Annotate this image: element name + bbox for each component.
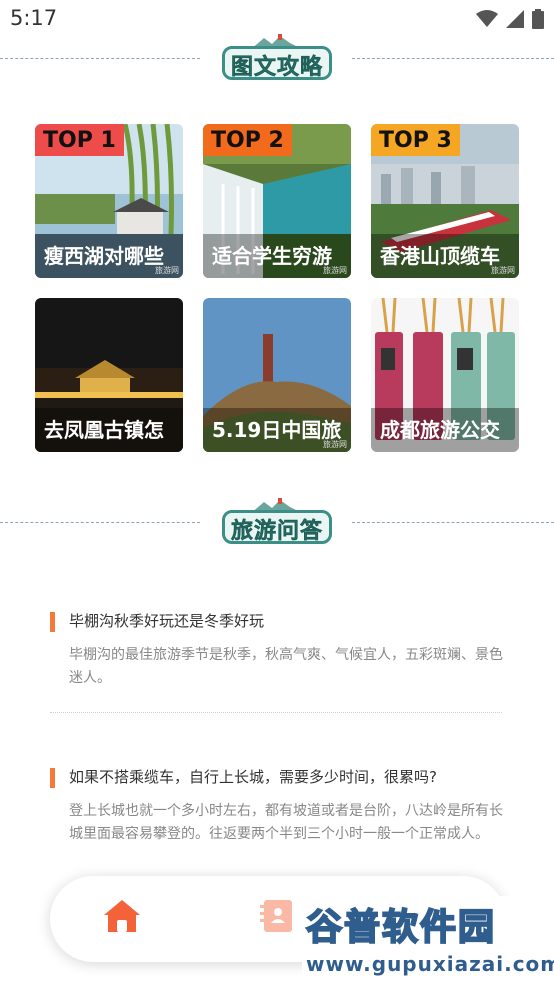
header-divider-left <box>0 522 200 523</box>
wifi-icon <box>476 10 498 27</box>
header-divider-right <box>352 522 554 523</box>
card-watermark: 旅游网 <box>155 266 179 275</box>
tab-contacts[interactable] <box>256 894 300 938</box>
rank-badge: TOP 2 <box>203 124 292 156</box>
watermark-url: www.gupuxiazai.com <box>306 952 554 976</box>
qa-badge: 旅游问答 <box>222 498 332 546</box>
guide-card-3[interactable]: TOP 3 香港山顶缆车 旅游网 <box>371 124 519 278</box>
watermark-title: 谷普软件园 <box>305 906 497 949</box>
tab-home[interactable] <box>100 894 144 938</box>
qa-divider <box>50 712 502 713</box>
battery-icon <box>532 9 544 29</box>
status-icons <box>476 9 544 29</box>
guide-card-6[interactable]: 成都旅游公交 <box>371 298 519 452</box>
status-time: 5:17 <box>10 6 58 30</box>
card-title: 去凤凰古镇怎 <box>44 418 164 442</box>
card-watermark: 旅游网 <box>323 440 347 449</box>
contacts-icon <box>260 900 292 932</box>
qa-answer: 毕棚沟的最佳旅游季节是秋季，秋高气爽、气候宜人，五彩斑斓、景色迷人。 <box>69 647 503 686</box>
qa-question: 如果不搭乘缆车，自行上长城，需要多少时间，很累吗? <box>69 768 437 786</box>
qa-question: 毕棚沟秋季好玩还是冬季好玩 <box>69 612 265 630</box>
guides-title: 图文攻略 <box>230 55 323 81</box>
qa-accent-bar <box>50 612 55 632</box>
qa-answer: 登上长城也就一个多小时左右，都有坡道或者是台阶，八达岭是所有长城里面最容易攀登的… <box>69 803 503 842</box>
qa-accent-bar <box>50 768 55 788</box>
home-icon <box>104 900 140 932</box>
qa-section-header: 旅游问答 <box>0 492 554 552</box>
header-divider-right <box>352 58 554 59</box>
cell-signal-icon <box>506 10 524 28</box>
guide-card-4[interactable]: 去凤凰古镇怎 <box>35 298 183 452</box>
rank-badge: TOP 3 <box>371 124 460 156</box>
header-divider-left <box>0 58 200 59</box>
guides-badge: 图文攻略 <box>222 34 332 82</box>
card-watermark: 旅游网 <box>491 266 515 275</box>
card-title: 成都旅游公交 <box>380 418 500 442</box>
guide-card-2[interactable]: TOP 2 适合学生穷游 旅游网 <box>203 124 351 278</box>
rank-badge: TOP 1 <box>35 124 124 156</box>
guide-card-1[interactable]: TOP 1 瘦西湖对哪些 旅游网 <box>35 124 183 278</box>
site-watermark: 谷普软件园 www.gupuxiazai.com <box>302 896 554 982</box>
qa-title: 旅游问答 <box>230 519 323 545</box>
guides-section-header: 图文攻略 <box>0 28 554 88</box>
card-watermark: 旅游网 <box>323 266 347 275</box>
guide-card-5[interactable]: 5.19日中国旅 旅游网 <box>203 298 351 452</box>
